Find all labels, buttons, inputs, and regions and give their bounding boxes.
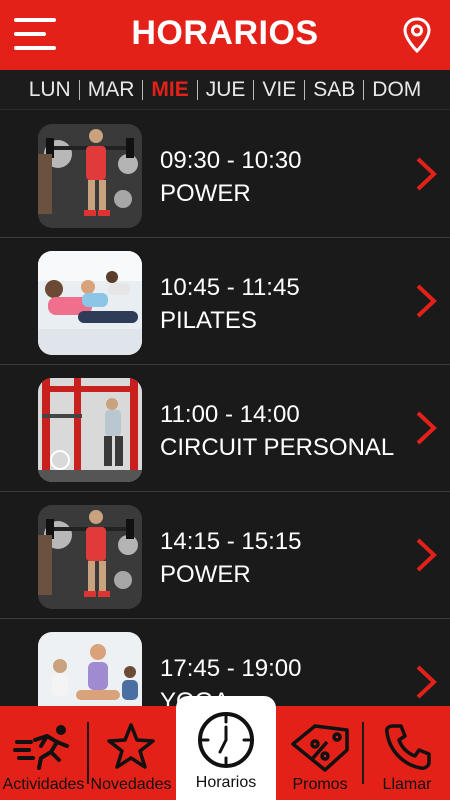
phone-icon bbox=[385, 724, 431, 770]
chevron-right-icon bbox=[416, 284, 437, 318]
schedule-row[interactable]: 10:45 - 11:45 PILATES bbox=[0, 238, 450, 365]
day-tab-sab[interactable]: SAB bbox=[305, 78, 363, 102]
tab-label: Promos bbox=[292, 776, 348, 793]
tab-label: Llamar bbox=[382, 776, 432, 793]
schedule-row[interactable]: 17:45 - 19:00 YOGA bbox=[0, 619, 450, 706]
class-thumbnail-yoga bbox=[38, 632, 142, 706]
chevron-right-icon bbox=[416, 411, 437, 445]
chevron-right-icon bbox=[416, 157, 437, 191]
class-name: POWER bbox=[160, 561, 251, 588]
class-time: 17:45 - 19:00 bbox=[160, 655, 302, 682]
day-selector: LUN MAR MIE JUE VIE SAB DOM bbox=[0, 70, 450, 110]
day-tab-jue[interactable]: JUE bbox=[198, 78, 254, 102]
day-tab-lun[interactable]: LUN bbox=[21, 78, 79, 102]
class-time: 10:45 - 11:45 bbox=[160, 274, 300, 301]
schedule-row[interactable]: 14:15 - 15:15 POWER bbox=[0, 492, 450, 619]
class-time: 11:00 - 14:00 bbox=[160, 401, 300, 428]
page-title: HORARIOS bbox=[131, 14, 319, 52]
chevron-right-icon bbox=[416, 538, 437, 572]
runner-icon bbox=[12, 725, 69, 770]
day-tab-mar[interactable]: MAR bbox=[80, 78, 143, 102]
class-time: 14:15 - 15:15 bbox=[160, 528, 302, 555]
clock-icon bbox=[198, 712, 254, 768]
class-thumbnail-pilates bbox=[38, 251, 142, 355]
day-tab-mie[interactable]: MIE bbox=[143, 78, 196, 102]
class-time: 09:30 - 10:30 bbox=[160, 147, 302, 174]
tab-label: Horarios bbox=[195, 774, 257, 791]
class-thumbnail-power bbox=[38, 505, 142, 609]
map-pin-icon[interactable] bbox=[402, 17, 432, 54]
schedule-row[interactable]: 11:00 - 14:00 CIRCUIT PERSONAL bbox=[0, 365, 450, 492]
tab-novedades[interactable]: Novedades bbox=[89, 706, 173, 800]
tab-llamar[interactable]: Llamar bbox=[364, 706, 450, 800]
bottom-tab-bar: Actividades Novedades Horarios Promos Ll… bbox=[0, 696, 450, 800]
class-name: CIRCUIT PERSONAL bbox=[160, 434, 395, 461]
day-tab-vie[interactable]: VIE bbox=[254, 78, 304, 102]
schedule-row[interactable]: 09:30 - 10:30 POWER bbox=[0, 111, 450, 238]
class-name: POWER bbox=[160, 180, 251, 207]
day-tab-dom[interactable]: DOM bbox=[364, 78, 429, 102]
tab-label: Actividades bbox=[2, 776, 85, 793]
chevron-right-icon bbox=[416, 665, 437, 699]
class-name: PILATES bbox=[160, 307, 257, 334]
percent-tag-icon bbox=[291, 724, 349, 772]
class-thumbnail-circuit bbox=[38, 378, 142, 482]
schedule-list: 09:30 - 10:30 POWER 10:45 - 11:45 PILATE… bbox=[0, 111, 450, 706]
star-icon bbox=[107, 723, 155, 769]
tab-promos[interactable]: Promos bbox=[278, 706, 362, 800]
class-thumbnail-power bbox=[38, 124, 142, 228]
tab-label: Novedades bbox=[90, 776, 172, 793]
tab-horarios[interactable]: Horarios bbox=[176, 696, 276, 800]
app-header: HORARIOS bbox=[0, 0, 450, 70]
tab-actividades[interactable]: Actividades bbox=[0, 706, 87, 800]
